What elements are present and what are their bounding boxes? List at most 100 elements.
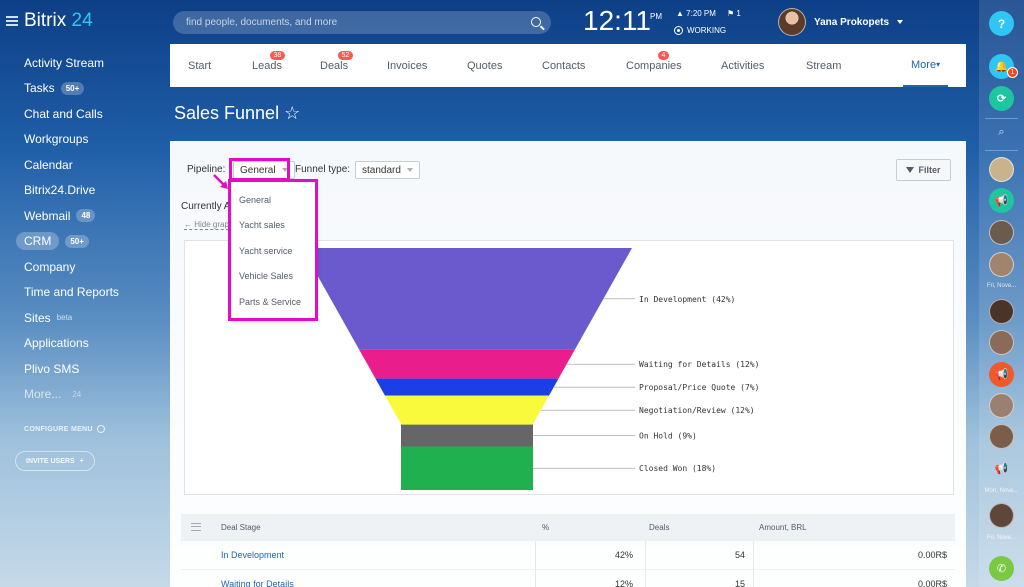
table-row[interactable]: Waiting for Details 12% 15 0.00R$ xyxy=(181,570,955,587)
reminder-time-text: 7:20 PM xyxy=(686,9,716,18)
invite-users-button[interactable]: INVITE USERS + xyxy=(15,451,95,471)
filter-button[interactable]: Filter xyxy=(896,159,951,181)
column-divider xyxy=(535,541,536,570)
column-divider xyxy=(753,541,754,570)
working-status[interactable]: WORKING xyxy=(674,26,726,35)
reminder-time[interactable]: ▲ 7:20 PM xyxy=(676,9,716,18)
deal-stage-link[interactable]: In Development xyxy=(221,550,284,560)
avatar xyxy=(778,8,806,36)
count-badge: 50+ xyxy=(60,81,85,95)
column-settings-icon[interactable] xyxy=(191,523,201,531)
sidebar-item-applications[interactable]: Applications xyxy=(24,331,119,357)
user-menu[interactable]: Yana Prokopets xyxy=(778,8,904,36)
tab-stream[interactable]: Stream xyxy=(806,44,841,87)
funnel-type-value: standard xyxy=(362,164,401,176)
contact-avatar[interactable] xyxy=(989,330,1014,355)
flag-counter[interactable]: ⚑ 1 xyxy=(727,9,741,18)
sidebar-item-chat-and-calls[interactable]: Chat and Calls xyxy=(24,101,119,127)
contact-date-label: Fri, Nove... xyxy=(986,283,1017,289)
table-row[interactable]: In Development 42% 54 0.00R$ xyxy=(181,541,955,570)
tab-companies[interactable]: Companies 4 xyxy=(626,44,682,87)
contact-avatar[interactable] xyxy=(989,157,1014,182)
sidebar-item-webmail[interactable]: Webmail 48 xyxy=(24,203,119,229)
hamburger-menu-icon[interactable] xyxy=(6,16,18,26)
plus-icon: + xyxy=(79,457,84,465)
contact-avatar[interactable] xyxy=(989,393,1014,418)
contact-avatar[interactable] xyxy=(989,252,1014,277)
column-header-deals[interactable]: Deals xyxy=(649,523,669,532)
tab-leads[interactable]: Leads 38 xyxy=(252,44,286,87)
amount-cell: 0.00R$ xyxy=(917,550,947,560)
configure-menu-button[interactable]: CONFIGURE MENU xyxy=(24,425,105,433)
clock[interactable]: 12:11 xyxy=(583,5,651,37)
sidebar-item-plivo-sms[interactable]: Plivo SMS xyxy=(24,356,119,382)
brand-logo[interactable]: Bitrix 24 xyxy=(24,10,93,32)
search-icon[interactable]: ⌕ xyxy=(989,120,1014,145)
working-label: WORKING xyxy=(687,26,727,35)
activity-icon[interactable]: ⟳ xyxy=(989,86,1014,111)
deal-stage-link[interactable]: Waiting for Details xyxy=(221,579,294,587)
contact-avatar[interactable] xyxy=(989,424,1014,449)
megaphone-icon[interactable]: 📢 xyxy=(989,362,1014,387)
sidebar-item-crm[interactable]: CRM 50+ xyxy=(16,229,119,255)
help-button[interactable]: ? xyxy=(989,11,1014,36)
notifications-badge: 1 xyxy=(1007,67,1018,78)
hide-graph-link[interactable]: ← Hide grap xyxy=(184,220,229,230)
sidebar-item-calendar[interactable]: Calendar xyxy=(24,152,119,178)
sidebar-item-label: Calendar xyxy=(24,157,73,172)
invite-users-label: INVITE USERS xyxy=(26,457,75,465)
funnel-type-select[interactable]: standard xyxy=(355,161,420,179)
contact-avatar[interactable] xyxy=(989,220,1014,245)
column-header-amount[interactable]: Amount, BRL xyxy=(759,523,807,532)
sidebar-item-label: Chat and Calls xyxy=(24,106,103,121)
megaphone-icon[interactable]: 📢 xyxy=(989,188,1014,213)
star-icon[interactable]: ☆ xyxy=(284,103,300,123)
tab-activities[interactable]: Activities xyxy=(721,44,764,87)
tab-contacts[interactable]: Contacts xyxy=(542,44,585,87)
sidebar-item-more[interactable]: More... 24 xyxy=(24,382,119,408)
contact-date-label: Mon, Nove... xyxy=(984,488,1019,494)
sidebar-item-bitrix24-drive[interactable]: Bitrix24.Drive xyxy=(24,178,119,204)
clock-ampm: PM xyxy=(650,12,662,21)
contact-avatar[interactable] xyxy=(989,299,1014,324)
sidebar-item-sites[interactable]: Sites beta xyxy=(24,305,119,331)
tab-invoices[interactable]: Invoices xyxy=(387,44,427,87)
currently-label: Currently A xyxy=(181,201,231,212)
search-input[interactable] xyxy=(186,17,516,28)
tab-more[interactable]: More ▾ xyxy=(903,44,949,87)
deals-table: Deal Stage % Deals Amount, BRL In Develo… xyxy=(181,514,955,587)
sidebar-item-time-and-reports[interactable]: Time and Reports xyxy=(24,280,119,306)
sidebar-item-label: Applications xyxy=(24,336,89,351)
brand: Bitrix 24 xyxy=(6,10,93,32)
megaphone-icon[interactable]: 📢 xyxy=(989,456,1014,481)
help-icon: ? xyxy=(997,16,1006,31)
column-divider xyxy=(535,570,536,587)
tab-label: Activities xyxy=(721,59,765,72)
configure-menu-label: CONFIGURE MENU xyxy=(24,425,93,433)
count-badge: 24 xyxy=(72,389,82,399)
flag-count: 1 xyxy=(736,9,741,18)
highlight-box xyxy=(229,158,290,181)
search-bar xyxy=(173,11,551,34)
gear-icon xyxy=(96,425,105,433)
contact-avatar[interactable] xyxy=(989,503,1014,528)
tab-count-badge: 52 xyxy=(337,51,354,60)
hide-graph-label: Hide grap xyxy=(194,220,229,229)
tab-label: More xyxy=(911,58,937,71)
crm-tabbar: Start Leads 38 Deals 52 Invoices Quotes Contact… xyxy=(170,44,966,87)
bell-up-icon: ▲ xyxy=(676,9,687,18)
phone-icon[interactable]: ✆ xyxy=(989,556,1014,581)
sidebar-item-activity-stream[interactable]: Activity Stream xyxy=(24,50,119,76)
tab-count-badge: 38 xyxy=(269,51,286,60)
contact-date-label: Fri, Nove... xyxy=(986,535,1017,541)
sidebar-item-company[interactable]: Company xyxy=(24,254,119,280)
tab-deals[interactable]: Deals 52 xyxy=(320,44,354,87)
search-icon[interactable] xyxy=(531,17,541,27)
sidebar-item-tasks[interactable]: Tasks 50+ xyxy=(24,76,119,102)
sidebar-item-workgroups[interactable]: Workgroups xyxy=(24,127,119,153)
tab-label: Contacts xyxy=(542,59,586,72)
column-header-deal-stage[interactable]: Deal Stage xyxy=(221,523,261,532)
tab-quotes[interactable]: Quotes xyxy=(467,44,502,87)
tab-start[interactable]: Start xyxy=(188,44,211,87)
column-header-percent[interactable]: % xyxy=(542,523,549,532)
